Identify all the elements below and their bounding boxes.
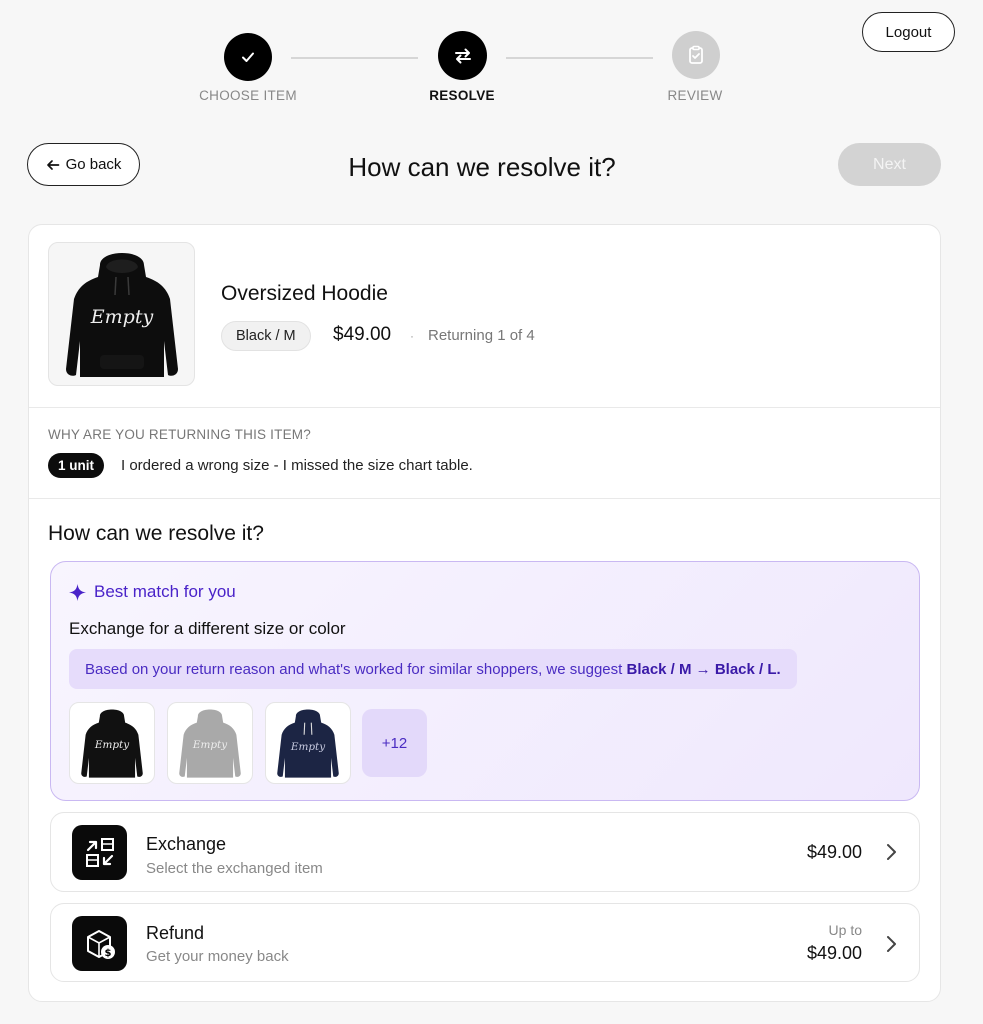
exchange-boxes-icon [72, 825, 127, 880]
variant-thumb-navy[interactable]: Empty [265, 702, 351, 784]
exchange-price: $49.00 [806, 842, 862, 862]
separator-dot: · [410, 329, 414, 343]
thumb-print-text: Empty [290, 741, 325, 753]
refund-subtitle: Get your money back [146, 948, 289, 965]
variant-thumb-grey[interactable]: Empty [167, 702, 253, 784]
hoodie-image: Empty [65, 253, 178, 377]
more-variants-button[interactable]: +12 [362, 709, 427, 777]
thumb-print-text: Empty [192, 739, 227, 751]
refund-option[interactable]: $ Refund Get your money back Up to $49.0… [50, 903, 920, 982]
hoodie-thumb-navy: Empty [277, 709, 339, 778]
go-back-label: Go back [65, 156, 122, 173]
exchange-title: Exchange [146, 834, 227, 854]
arrow-left-icon [46, 159, 59, 170]
variant-badge: Black / M [221, 321, 311, 351]
returning-count: Returning 1 of 4 [428, 327, 535, 344]
resolve-heading: How can we resolve it? [48, 522, 264, 545]
product-price: $49.00 [333, 324, 392, 345]
return-reason-label: WHY ARE YOU RETURNING THIS ITEM? [48, 427, 311, 442]
product-name: Oversized Hoodie [221, 282, 388, 305]
swap-icon [454, 48, 471, 63]
return-item-card: Empty Oversized Hoodie Black / M $49.00 … [28, 224, 941, 1002]
clipboard-check-icon [689, 45, 703, 64]
unit-count-badge: 1 unit [48, 453, 104, 478]
hoodie-thumb-black: Empty [81, 709, 143, 778]
svg-text:$: $ [104, 948, 111, 959]
step-choose-item [224, 33, 272, 81]
exchange-subtitle: Select the exchanged item [146, 860, 323, 877]
chevron-right-icon [887, 936, 896, 952]
stepper-connector [506, 57, 653, 59]
progress-stepper: CHOOSE ITEM RESOLVE REVIEW [0, 0, 983, 120]
divider [29, 407, 940, 408]
step-resolve [438, 31, 487, 80]
product-image: Empty [48, 242, 195, 386]
page-title: How can we resolve it? [348, 152, 616, 182]
thumb-print-text: Empty [94, 739, 129, 751]
suggestion-banner: Based on your return reason and what's w… [69, 649, 797, 689]
go-back-button[interactable]: Go back [27, 143, 140, 186]
refund-title: Refund [146, 923, 205, 943]
best-match-label: Best match for you [94, 582, 236, 601]
chevron-right-icon [887, 844, 896, 860]
next-button[interactable]: Next [838, 143, 941, 186]
step-label-choose-item: CHOOSE ITEM [199, 88, 297, 103]
step-label-review: REVIEW [667, 88, 723, 103]
check-icon [242, 52, 254, 62]
sparkle-icon [69, 583, 86, 601]
return-reason-text: I ordered a wrong size - I missed the si… [121, 457, 473, 474]
best-match-card[interactable]: Best match for you Exchange for a differ… [50, 561, 920, 801]
refund-upto-label: Up to [828, 922, 862, 938]
divider [29, 498, 940, 499]
hoodie-thumb-grey: Empty [179, 709, 241, 778]
stepper-connector [291, 57, 418, 59]
best-match-subtitle: Exchange for a different size or color [69, 619, 346, 638]
refund-box-icon: $ [72, 916, 127, 971]
step-label-resolve: RESOLVE [429, 88, 495, 103]
exchange-option[interactable]: Exchange Select the exchanged item $49.0… [50, 812, 920, 892]
suggestion-text: Based on your return reason and what's w… [85, 660, 623, 678]
refund-price: $49.00 [806, 943, 862, 963]
step-review [672, 31, 720, 79]
best-match-title: Best match for you [69, 582, 236, 602]
hoodie-print-text: Empty [89, 306, 153, 328]
suggestion-variant: Black / M → Black / L. [626, 660, 781, 678]
variant-thumb-black[interactable]: Empty [69, 702, 155, 784]
